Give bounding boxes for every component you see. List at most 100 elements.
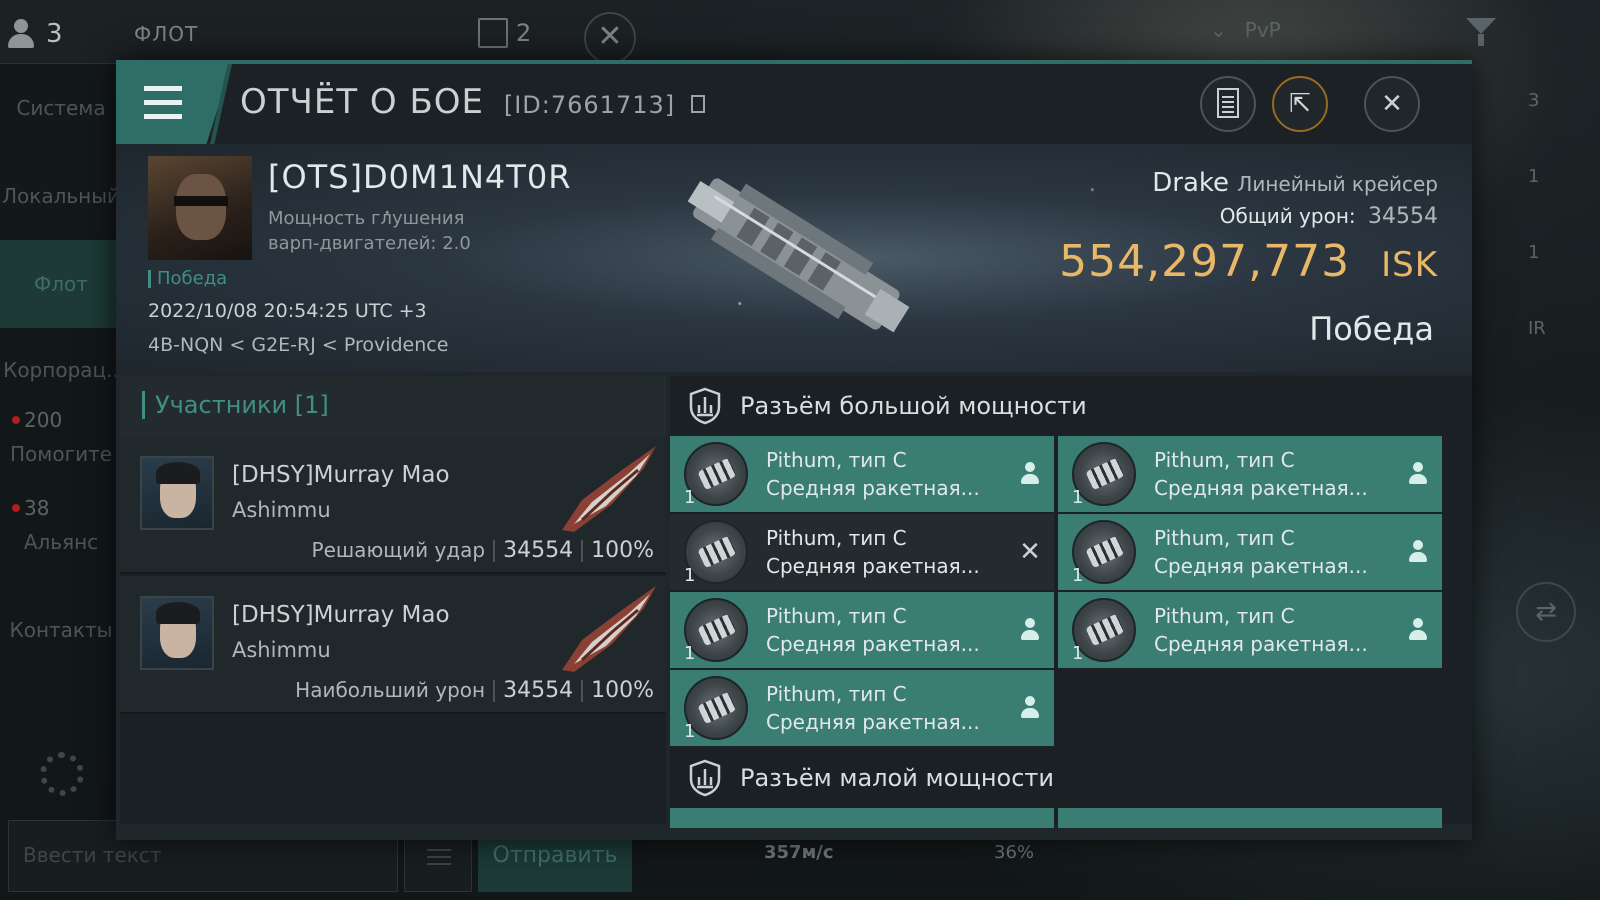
- channel-help[interactable]: Помогите: [0, 410, 122, 498]
- ship-class: Линейный крейсер: [1237, 172, 1438, 196]
- module-qty: 1: [684, 643, 696, 664]
- module-type: Средняя ракетная...: [1154, 476, 1368, 500]
- destroyed-x-icon: ✕: [1019, 537, 1041, 567]
- channel-corp[interactable]: Корпорац..: [0, 326, 122, 414]
- battle-outcome: Победа: [1309, 310, 1434, 348]
- participants-panel: Участники [1] [DHSY]Murray Mao Ashimmu Р…: [120, 376, 666, 824]
- isk-unit: ISK: [1381, 245, 1438, 285]
- clipboard-button[interactable]: [1200, 76, 1256, 132]
- report-title-text: ОТЧЁТ О БОЕ: [240, 82, 485, 122]
- participant-portrait[interactable]: [140, 456, 214, 530]
- right-rail: 3 1 1 IR: [1528, 90, 1588, 394]
- close-button[interactable]: ✕: [1364, 76, 1420, 132]
- module-slot[interactable]: 1 Pithum, тип C Средняя ракетная... ✕: [670, 514, 1054, 590]
- window-icon: [478, 18, 508, 48]
- chat-header: 3 ФЛОТ 2 ✕: [0, 0, 650, 64]
- result-tag: Победа: [148, 270, 227, 288]
- participant-row[interactable]: [DHSY]Murray Mao Ashimmu Решающий удар 34…: [120, 436, 666, 574]
- copy-icon[interactable]: [690, 94, 705, 113]
- fleet-tab-label: ФЛОТ: [134, 22, 199, 46]
- high-slot-label: Разъём большой мощности: [740, 392, 1087, 420]
- module-qty: 1: [1072, 643, 1084, 664]
- module-type: Средняя ракетная...: [766, 710, 980, 734]
- rail-item-1[interactable]: 3: [1528, 90, 1588, 166]
- module-type: Средняя ракетная...: [766, 632, 980, 656]
- pilot-count-value: 3: [46, 19, 63, 49]
- high-slot-header: Разъём большой мощности: [670, 376, 1472, 436]
- participant-portrait[interactable]: [140, 596, 214, 670]
- overview-filter-label: PvP: [1244, 18, 1281, 42]
- channel-fleet[interactable]: Флот: [0, 240, 122, 328]
- speed-readout: 357м/с: [764, 842, 834, 863]
- victim-stat-line1: Мощность глушения: [268, 208, 465, 229]
- shield-icon: [689, 759, 721, 797]
- dropped-person-icon: [1018, 462, 1042, 486]
- module-name: Pithum, тип C: [1154, 448, 1295, 472]
- report-title: ОТЧЁТ О БОЕ [ID:7661713]: [240, 82, 705, 122]
- total-damage-value: 34554: [1368, 204, 1438, 229]
- module-type: Средняя ракетная...: [766, 554, 980, 578]
- ashimmu-ship-image: [562, 586, 656, 672]
- rail-item-3[interactable]: 1: [1528, 242, 1588, 318]
- drake-ship-image[interactable]: [646, 158, 936, 348]
- channel-contacts[interactable]: Контакты: [0, 586, 122, 674]
- swap-arrows-icon[interactable]: ⇄: [1516, 582, 1576, 642]
- participant-name: [DHSY]Murray Mao: [232, 462, 450, 488]
- ship-type: Drake: [1152, 168, 1230, 198]
- module-slot[interactable]: 1 Pithum, тип C Средняя ракетная...: [1058, 436, 1442, 512]
- chat-close-button[interactable]: ✕: [584, 12, 636, 64]
- rail-item-4[interactable]: IR: [1528, 318, 1588, 394]
- dropped-person-icon: [1406, 462, 1430, 486]
- share-button[interactable]: ⇱: [1272, 76, 1328, 132]
- combat-report-dialog: ОТЧЁТ О БОЕ [ID:7661713] ⇱ ✕ [OTS]D0M1N4…: [116, 60, 1472, 840]
- victim-portrait[interactable]: [148, 156, 252, 260]
- module-name: Pithum, тип C: [766, 526, 907, 550]
- participant-stats: Решающий удар 34554 100%: [312, 538, 654, 563]
- channel-system[interactable]: Система: [0, 64, 122, 152]
- fitting-panel: Разъём большой мощности 1 Pithum, тип C …: [670, 376, 1472, 828]
- ashimmu-ship-image: [562, 446, 656, 532]
- capacitor-readout: 36%: [994, 842, 1035, 863]
- module-slot[interactable]: [670, 808, 1054, 828]
- dropped-person-icon: [1018, 696, 1042, 720]
- rail-item-2[interactable]: 1: [1528, 166, 1588, 242]
- fleet-windows[interactable]: 2: [478, 18, 531, 48]
- module-slot[interactable]: 1 Pithum, тип C Средняя ракетная...: [1058, 514, 1442, 590]
- low-slot-header: Разъём малой мощности: [670, 748, 1472, 808]
- module-name: Pithum, тип C: [766, 448, 907, 472]
- participant-stats: Наибольший урон 34554 100%: [295, 678, 654, 703]
- participant-row[interactable]: [DHSY]Murray Mao Ashimmu Наибольший урон…: [120, 576, 666, 714]
- settings-gear-icon[interactable]: [40, 752, 84, 796]
- participant-name: [DHSY]Murray Mao: [232, 602, 450, 628]
- victim-stat-line2: варп-двигателей: 2.0: [268, 233, 471, 254]
- module-slot[interactable]: 1 Pithum, тип C Средняя ракетная...: [670, 670, 1054, 746]
- pilot-count[interactable]: 3: [6, 16, 116, 52]
- channel-alliance[interactable]: Альянс: [0, 498, 122, 586]
- module-qty: 1: [1072, 487, 1084, 508]
- module-type: Средняя ракетная...: [766, 476, 980, 500]
- overview-filter[interactable]: ⌄ PvP: [1210, 18, 1281, 42]
- module-slot[interactable]: 1 Pithum, тип C Средняя ракетная...: [1058, 592, 1442, 668]
- report-header: ОТЧЁТ О БОЕ [ID:7661713] ⇱ ✕: [116, 64, 1472, 144]
- module-type: Средняя ракетная...: [1154, 632, 1368, 656]
- isk-value: 554,297,773 ISK: [1059, 236, 1438, 287]
- module-qty: 1: [1072, 565, 1084, 586]
- participant-damage: 34554: [503, 678, 574, 703]
- dropped-person-icon: [1406, 618, 1430, 642]
- victim-name[interactable]: [OTS]D0M1N4T0R: [268, 158, 571, 196]
- module-slot[interactable]: 1 Pithum, тип C Средняя ракетная...: [670, 436, 1054, 512]
- participant-pct: 100%: [591, 538, 654, 563]
- filter-icon[interactable]: [1466, 18, 1496, 48]
- module-name: Pithum, тип C: [766, 682, 907, 706]
- module-qty: 1: [684, 721, 696, 742]
- module-slot[interactable]: 1 Pithum, тип C Средняя ракетная...: [670, 592, 1054, 668]
- participant-role: Решающий удар: [311, 538, 486, 562]
- ship-name[interactable]: Drake Линейный крейсер: [1152, 168, 1438, 198]
- module-slot[interactable]: [1058, 808, 1442, 828]
- low-slot-label: Разъём малой мощности: [740, 764, 1055, 792]
- report-summary: [OTS]D0M1N4T0R Мощность глушения варп-дв…: [116, 144, 1472, 372]
- channel-local[interactable]: Локальный: [0, 152, 122, 240]
- chevron-down-icon: ⌄: [1210, 18, 1227, 42]
- report-location[interactable]: 4B-NQN < G2E-RJ < Providence: [148, 334, 448, 356]
- module-qty: 1: [684, 487, 696, 508]
